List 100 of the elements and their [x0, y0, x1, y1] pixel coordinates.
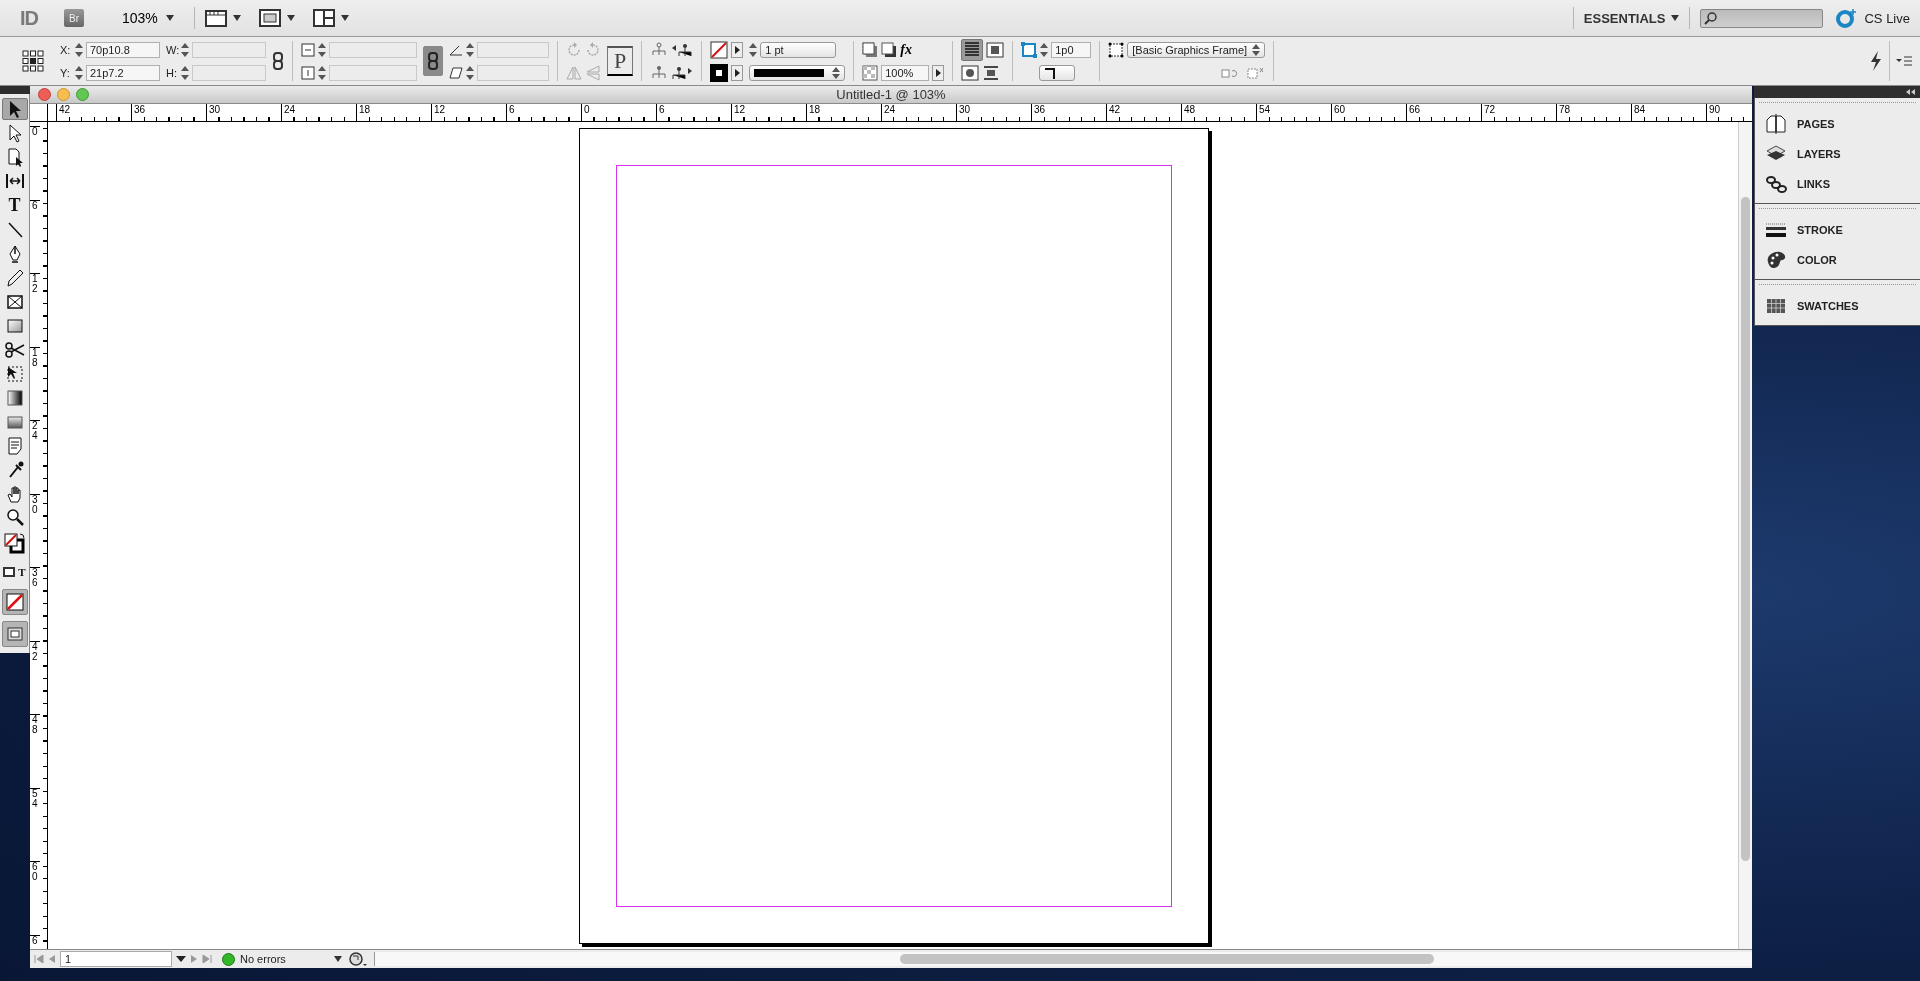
panel-tab[interactable]: LINKS — [1755, 169, 1920, 199]
width-field[interactable] — [192, 41, 266, 58]
search-icon — [1704, 11, 1719, 25]
view-options-button[interactable] — [204, 9, 241, 27]
stroke-swatch-icon[interactable] — [710, 63, 729, 82]
ruler-label: 54 — [32, 787, 38, 809]
scale-x-field[interactable] — [329, 41, 417, 58]
preflight-status[interactable]: No errors — [240, 953, 286, 965]
zoom-window-icon[interactable] — [76, 88, 89, 101]
screen-mode-button[interactable] — [258, 9, 295, 27]
panel-menu-icon[interactable] — [1896, 55, 1912, 67]
opacity-field[interactable]: 100% — [881, 64, 930, 81]
ruler-label: 6 — [32, 934, 38, 946]
ruler-label: 18 — [809, 104, 821, 115]
layout-grid-icon — [312, 9, 335, 27]
apply-none-tool-button[interactable] — [1, 589, 28, 615]
scale-y-field[interactable] — [329, 64, 417, 81]
align-lines-icon — [963, 40, 982, 57]
ruler-label: 24 — [32, 420, 38, 441]
panel-tab[interactable]: SWATCHES — [1755, 291, 1920, 321]
transform-box-icon — [4, 364, 25, 384]
height-field[interactable] — [192, 64, 266, 81]
zoom-dropdown[interactable]: 103% — [122, 10, 174, 26]
spinner-arrows-icon[interactable] — [749, 42, 758, 57]
spinner-arrows-icon[interactable] — [181, 42, 189, 57]
ruler-label: 30 — [32, 493, 38, 515]
caret-icon[interactable] — [176, 955, 186, 963]
formatting-toggle-button[interactable]: T — [1, 561, 28, 583]
stroke-type-dropdown[interactable] — [749, 64, 846, 81]
constrain-proportions-button[interactable] — [423, 46, 443, 76]
vertical-scrollbar[interactable] — [1738, 122, 1752, 949]
swatch-grid-icon — [1765, 296, 1787, 316]
x-position-field[interactable]: 70p10.8 — [86, 41, 160, 58]
caret-icon — [340, 15, 349, 21]
collapse-panel-icon[interactable] — [1906, 89, 1916, 95]
panel-tab[interactable]: PAGES — [1755, 109, 1920, 139]
panel-tab[interactable]: STROKE — [1755, 215, 1920, 245]
horizontal-scrollbar[interactable] — [374, 952, 1752, 966]
paragraph-glyph[interactable]: P — [607, 46, 634, 76]
search-field[interactable] — [1700, 8, 1824, 28]
spinner-arrows-icon[interactable] — [181, 65, 189, 80]
spinner-arrows-icon[interactable] — [318, 42, 326, 57]
select-container-icon[interactable] — [650, 41, 669, 58]
panel-tab[interactable]: LAYERS — [1755, 139, 1920, 169]
shear-angle-field[interactable] — [477, 64, 549, 81]
chain-link-icon[interactable] — [272, 52, 284, 70]
wrap-bounding-box-icon[interactable] — [986, 41, 1005, 58]
effects-button[interactable]: fx — [900, 41, 912, 58]
spinner-arrows-icon[interactable] — [466, 42, 474, 57]
wrap-shape-icon[interactable] — [961, 64, 980, 81]
ruler-label: 24 — [284, 104, 296, 115]
object-style-dropdown[interactable]: [Basic Graphics Frame] — [1127, 41, 1266, 58]
diagonal-line-icon — [5, 220, 24, 240]
document-title: Untitled-1 @ 103% — [836, 87, 946, 102]
no-fill-swatch-icon[interactable] — [710, 40, 729, 59]
screen-mode-tool-button[interactable] — [1, 621, 28, 647]
jump-object-icon[interactable] — [982, 64, 1001, 81]
caret-icon[interactable] — [334, 956, 342, 962]
text-wrap-none-button[interactable] — [961, 38, 984, 61]
select-content-icon[interactable] — [650, 64, 669, 81]
spinner-arrows-icon[interactable] — [75, 65, 83, 80]
panel-tab[interactable]: COLOR — [1755, 245, 1920, 275]
caret-icon — [165, 15, 174, 21]
object-style-icon[interactable] — [1108, 41, 1125, 58]
shadow-square-icon[interactable] — [881, 41, 898, 58]
type-tool-button[interactable]: T — [1, 194, 28, 217]
reference-point-icon[interactable] — [22, 50, 44, 72]
ruler-label: 72 — [1484, 104, 1496, 115]
page-icon — [5, 147, 24, 167]
selection-tool-button[interactable] — [1, 98, 28, 120]
spinner-arrows-icon[interactable] — [75, 42, 83, 57]
cs-live-label[interactable]: CS Live — [1864, 10, 1910, 26]
spinner-arrows-icon[interactable] — [466, 65, 474, 80]
y-position-field[interactable]: 21p7.2 — [86, 64, 160, 81]
drop-shadow-icon[interactable] — [862, 41, 879, 58]
ruler-label: 42 — [32, 640, 38, 662]
select-next-object-icon[interactable] — [671, 41, 694, 58]
rotation-angle-field[interactable] — [477, 41, 549, 58]
arrange-documents-button[interactable] — [312, 9, 349, 27]
spinner-arrows-icon[interactable] — [1040, 42, 1049, 57]
stroke-weight-dropdown[interactable]: 1 pt — [760, 41, 837, 58]
hand-icon — [5, 484, 24, 504]
cs-live-icon[interactable] — [1835, 8, 1858, 28]
select-previous-object-icon[interactable] — [671, 64, 694, 81]
preflight-menu-icon[interactable] — [348, 951, 368, 967]
clear-overrides-icon[interactable] — [1221, 66, 1240, 79]
status-dot — [222, 952, 235, 966]
fitting-offset-field[interactable]: 1p0 — [1051, 41, 1092, 58]
ruler-label: 6 — [509, 104, 515, 115]
page-number-field[interactable]: 1 — [60, 951, 172, 967]
close-window-icon[interactable] — [38, 88, 51, 101]
workspace-switcher[interactable]: ESSENTIALS — [1583, 10, 1680, 26]
ruler-label: 90 — [1709, 104, 1721, 115]
frame-fitting-icon[interactable] — [1021, 41, 1038, 58]
opacity-checker-icon — [862, 64, 879, 81]
spinner-arrows-icon[interactable] — [318, 65, 326, 80]
ruler-label: 36 — [1034, 104, 1046, 115]
lightning-bolt-icon[interactable] — [1869, 51, 1883, 71]
new-style-icon[interactable] — [1247, 66, 1266, 79]
corner-shape-dropdown[interactable] — [1039, 64, 1076, 81]
